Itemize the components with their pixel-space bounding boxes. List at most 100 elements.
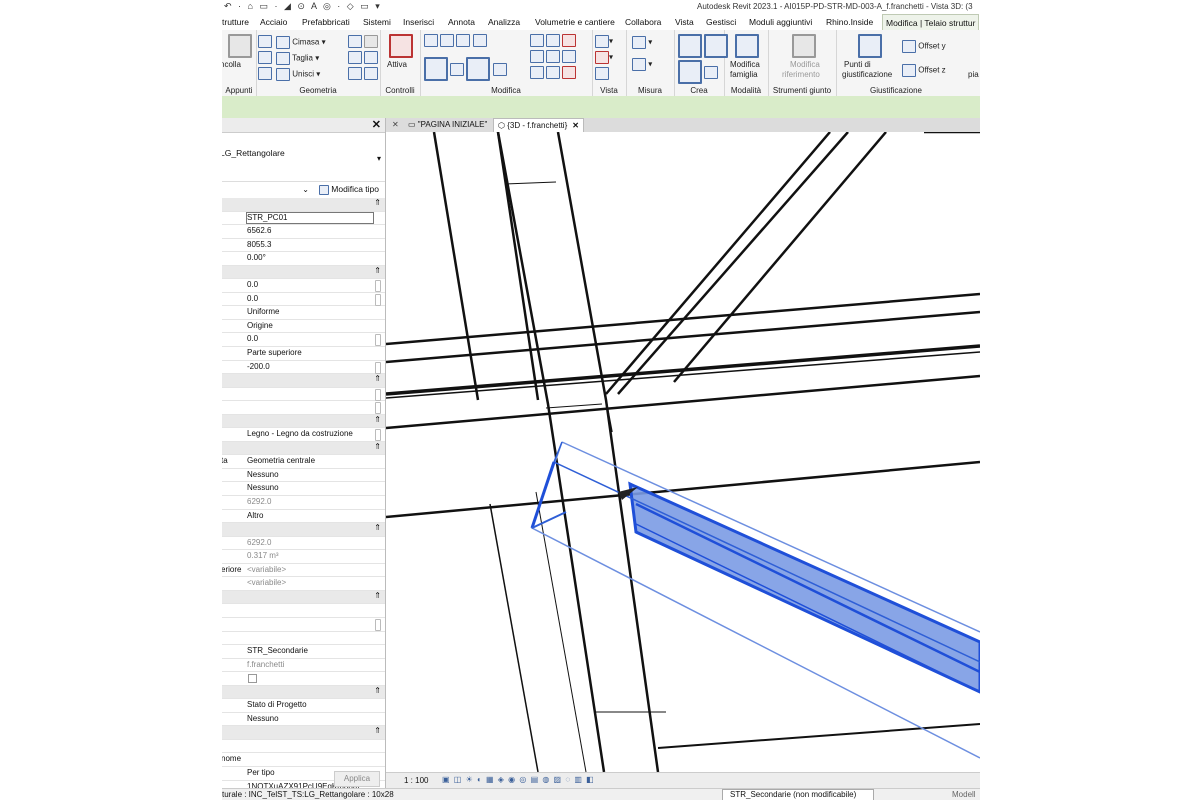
panel-close-icon[interactable]: ✕ bbox=[388, 118, 403, 132]
property-group-header[interactable]: ⇑ bbox=[222, 726, 385, 740]
cut-icon[interactable] bbox=[258, 35, 272, 48]
value-spinner[interactable] bbox=[375, 429, 381, 442]
property-value[interactable]: Uniforme bbox=[247, 307, 279, 316]
tab-prefabbricati[interactable]: Prefabbricati bbox=[302, 17, 350, 27]
justification-points-button-line2[interactable]: giustificazione bbox=[842, 70, 892, 79]
collapse-icon[interactable]: ⇑ bbox=[374, 198, 381, 207]
selected-beam[interactable] bbox=[530, 441, 980, 759]
copy-icon[interactable] bbox=[258, 51, 272, 64]
collapse-icon[interactable]: ⇑ bbox=[374, 686, 381, 695]
property-value[interactable]: 6292.0 bbox=[247, 497, 271, 506]
edit-reference-button[interactable]: Modifica bbox=[790, 60, 820, 69]
edit-reference-icon[interactable] bbox=[792, 34, 816, 58]
property-value[interactable]: Parte superiore bbox=[247, 348, 302, 357]
view-control-icons[interactable]: ▣ ◫ ☀ ◐ ▦ ◈ ◉ ◎ ▤ ◍ ▨ ◌ ▥ ◧ bbox=[442, 775, 595, 784]
property-value[interactable]: 6292.0 bbox=[247, 538, 271, 547]
tab-gestisci[interactable]: Gestisci bbox=[706, 17, 736, 27]
geometry-extra-icon-2[interactable] bbox=[348, 51, 379, 64]
tab-analizza[interactable]: Analizza bbox=[488, 17, 520, 27]
quick-access-toolbar[interactable]: ↶ · ⌂ ▭ · ◢ ⊙ A ◎ · ◇ ▭ ▾ bbox=[224, 1, 382, 12]
close-icon[interactable]: ✕ bbox=[572, 121, 579, 130]
edit-type-button[interactable]: Modifica tipo bbox=[318, 184, 379, 195]
property-value[interactable]: Per tipo bbox=[247, 768, 275, 777]
property-value[interactable]: 0.317 m³ bbox=[247, 551, 279, 560]
value-spinner[interactable] bbox=[375, 293, 381, 306]
tab-modifica-telaio[interactable]: Modifica | Telaio struttur bbox=[882, 14, 980, 31]
offset-y-button[interactable]: Offset y bbox=[902, 40, 946, 53]
collapse-icon[interactable]: ⇑ bbox=[374, 374, 381, 383]
property-value[interactable]: 0.00° bbox=[247, 253, 266, 262]
override-icon[interactable]: ▾ bbox=[595, 51, 613, 64]
view-scale[interactable]: 1 : 100 bbox=[404, 776, 428, 785]
property-value[interactable]: Nessuno bbox=[247, 470, 279, 479]
measure-icon[interactable]: ▾ bbox=[632, 36, 652, 49]
collapse-icon[interactable]: ⇑ bbox=[374, 442, 381, 451]
property-group-header[interactable]: ⇑ bbox=[222, 374, 385, 388]
tab-3d-view[interactable]: ⬡ {3D - f.franchetti} ✕ bbox=[493, 118, 584, 133]
property-value[interactable]: Stato di Progetto bbox=[247, 700, 307, 709]
collapse-icon[interactable]: ⇑ bbox=[374, 523, 381, 532]
value-spinner[interactable] bbox=[375, 361, 381, 374]
value-spinner[interactable] bbox=[375, 280, 381, 293]
property-group-header[interactable]: ⇑ bbox=[222, 265, 385, 280]
paste-icon[interactable] bbox=[228, 34, 252, 58]
property-value[interactable]: -200.0 bbox=[247, 362, 270, 371]
property-value[interactable]: Geometria centrale bbox=[247, 456, 315, 465]
collapse-icon[interactable]: ⇑ bbox=[374, 726, 381, 735]
geometry-extra-icon[interactable] bbox=[348, 35, 379, 48]
property-value[interactable]: 0.0 bbox=[247, 280, 258, 289]
paste-button[interactable]: ncolla bbox=[222, 60, 241, 69]
property-checkbox[interactable] bbox=[248, 674, 257, 684]
match-icon[interactable] bbox=[258, 67, 272, 80]
close-icon[interactable]: ✕ bbox=[372, 118, 381, 131]
align-icon[interactable] bbox=[424, 34, 487, 47]
value-spinner[interactable] bbox=[375, 388, 381, 401]
tab-strutture[interactable]: trutture bbox=[222, 17, 249, 27]
offset-z-button[interactable]: Offset z bbox=[902, 64, 946, 77]
cope-button[interactable]: Cimasa ▾ bbox=[276, 36, 326, 49]
tab-rhino-inside[interactable]: Rhino.Inside bbox=[826, 17, 873, 27]
mirror-icon[interactable] bbox=[530, 34, 577, 47]
property-value[interactable]: <variabile> bbox=[247, 565, 286, 574]
3d-viewport[interactable] bbox=[386, 132, 980, 772]
property-value[interactable]: 8055.3 bbox=[247, 240, 271, 249]
value-spinner[interactable] bbox=[375, 402, 381, 415]
hide-icon[interactable]: ▾ bbox=[595, 35, 613, 48]
justification-points-icon[interactable] bbox=[858, 34, 882, 58]
array-icon[interactable] bbox=[530, 50, 577, 63]
create-icon-2[interactable] bbox=[678, 60, 719, 84]
chevron-down-icon[interactable]: ▾ bbox=[377, 154, 381, 163]
justification-points-button[interactable]: Punti di bbox=[844, 60, 871, 69]
property-value[interactable]: STR_PC01 bbox=[247, 213, 287, 222]
instance-filter-dropdown[interactable]: ⌄ bbox=[302, 185, 309, 194]
tab-collabora[interactable]: Collabora bbox=[625, 17, 661, 27]
join-button[interactable]: Unisci ▾ bbox=[276, 68, 320, 81]
tab-sistemi[interactable]: Sistemi bbox=[363, 17, 391, 27]
geometry-extra-icon-3[interactable] bbox=[348, 67, 379, 80]
type-selector[interactable]: LG_Rettangolare bbox=[222, 148, 285, 158]
value-spinner[interactable] bbox=[375, 618, 381, 631]
property-group-header[interactable]: ⇑ bbox=[222, 414, 385, 429]
property-group-header[interactable]: ⇑ bbox=[222, 441, 385, 456]
tab-vista[interactable]: Vista bbox=[675, 17, 694, 27]
property-value[interactable]: <variabile> bbox=[247, 578, 286, 587]
property-value[interactable]: f.franchetti bbox=[247, 660, 284, 669]
tab-volumetrie[interactable]: Volumetrie e cantiere bbox=[535, 17, 615, 27]
edit-family-button[interactable]: Modifica bbox=[730, 60, 760, 69]
property-value[interactable]: Legno - Legno da costruzione bbox=[247, 429, 353, 438]
property-value[interactable]: 0.0 bbox=[247, 294, 258, 303]
cut-geometry-button[interactable]: Taglia ▾ bbox=[276, 52, 319, 65]
property-value[interactable]: Nessuno bbox=[247, 714, 279, 723]
edit-family-button-line2[interactable]: famiglia bbox=[730, 70, 758, 79]
edit-family-icon[interactable] bbox=[735, 34, 759, 58]
property-value[interactable]: 6562.6 bbox=[247, 226, 271, 235]
property-value[interactable]: Origine bbox=[247, 321, 273, 330]
activate-controls-icon[interactable] bbox=[389, 34, 413, 58]
tab-annota[interactable]: Annota bbox=[448, 17, 475, 27]
delete-icon[interactable] bbox=[530, 66, 577, 79]
tab-pagina-iniziale[interactable]: ▭ "PAGINA INIZIALE" bbox=[404, 118, 491, 132]
create-icon[interactable] bbox=[678, 34, 729, 58]
tab-acciaio[interactable]: Acciaio bbox=[260, 17, 287, 27]
property-group-header[interactable]: ⇑ bbox=[222, 590, 385, 605]
activate-button[interactable]: Attiva bbox=[387, 60, 407, 69]
